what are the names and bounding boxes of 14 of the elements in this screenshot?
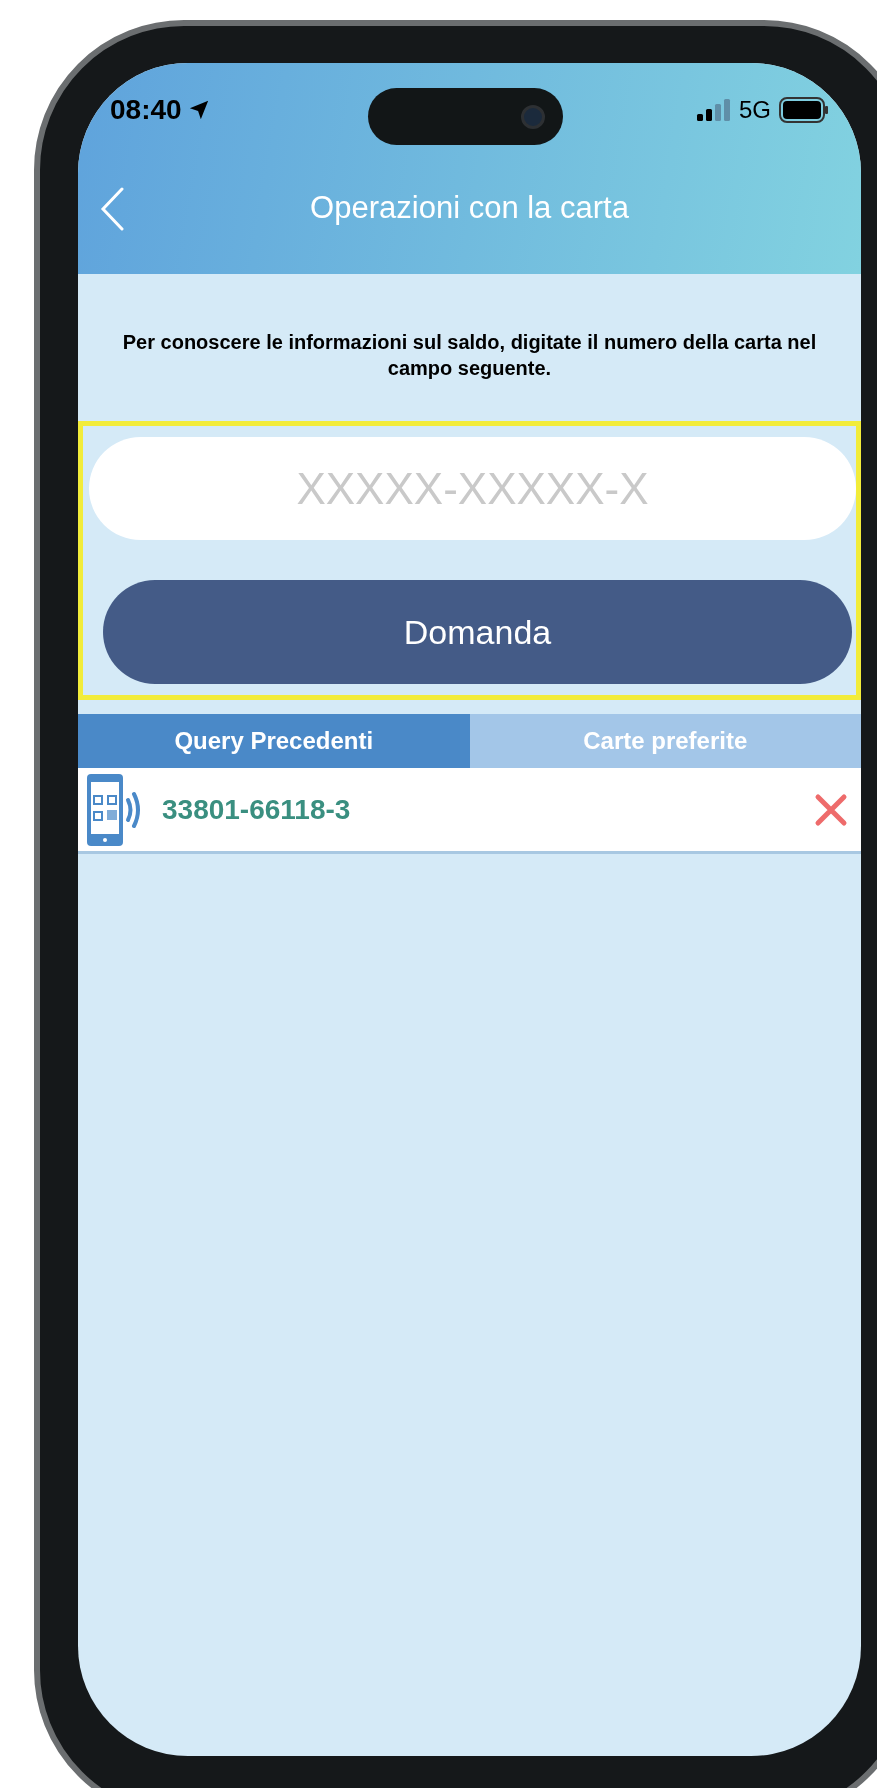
- nav-title: Operazioni con la carta: [309, 189, 630, 228]
- tab[interactable]: Query Precedenti: [78, 714, 470, 768]
- signal-icon: [695, 98, 731, 122]
- close-icon: [814, 792, 848, 827]
- back-chevron-icon: [100, 186, 124, 231]
- battery-icon: [779, 97, 829, 123]
- history-row[interactable]: 33801-66118-3: [78, 768, 861, 854]
- network-label: 5G: [739, 95, 771, 125]
- submit-button[interactable]: Domanda: [103, 580, 852, 684]
- phone-qr-signal-icon: [86, 771, 142, 848]
- camera-icon: [521, 104, 545, 129]
- status-time: 08:40: [110, 93, 182, 127]
- instruction-text: Per conoscere le informazioni sul saldo, digitate il numero della carta nel campo seguente.: [121, 330, 818, 381]
- card-number: 33801-66118-3: [162, 792, 352, 827]
